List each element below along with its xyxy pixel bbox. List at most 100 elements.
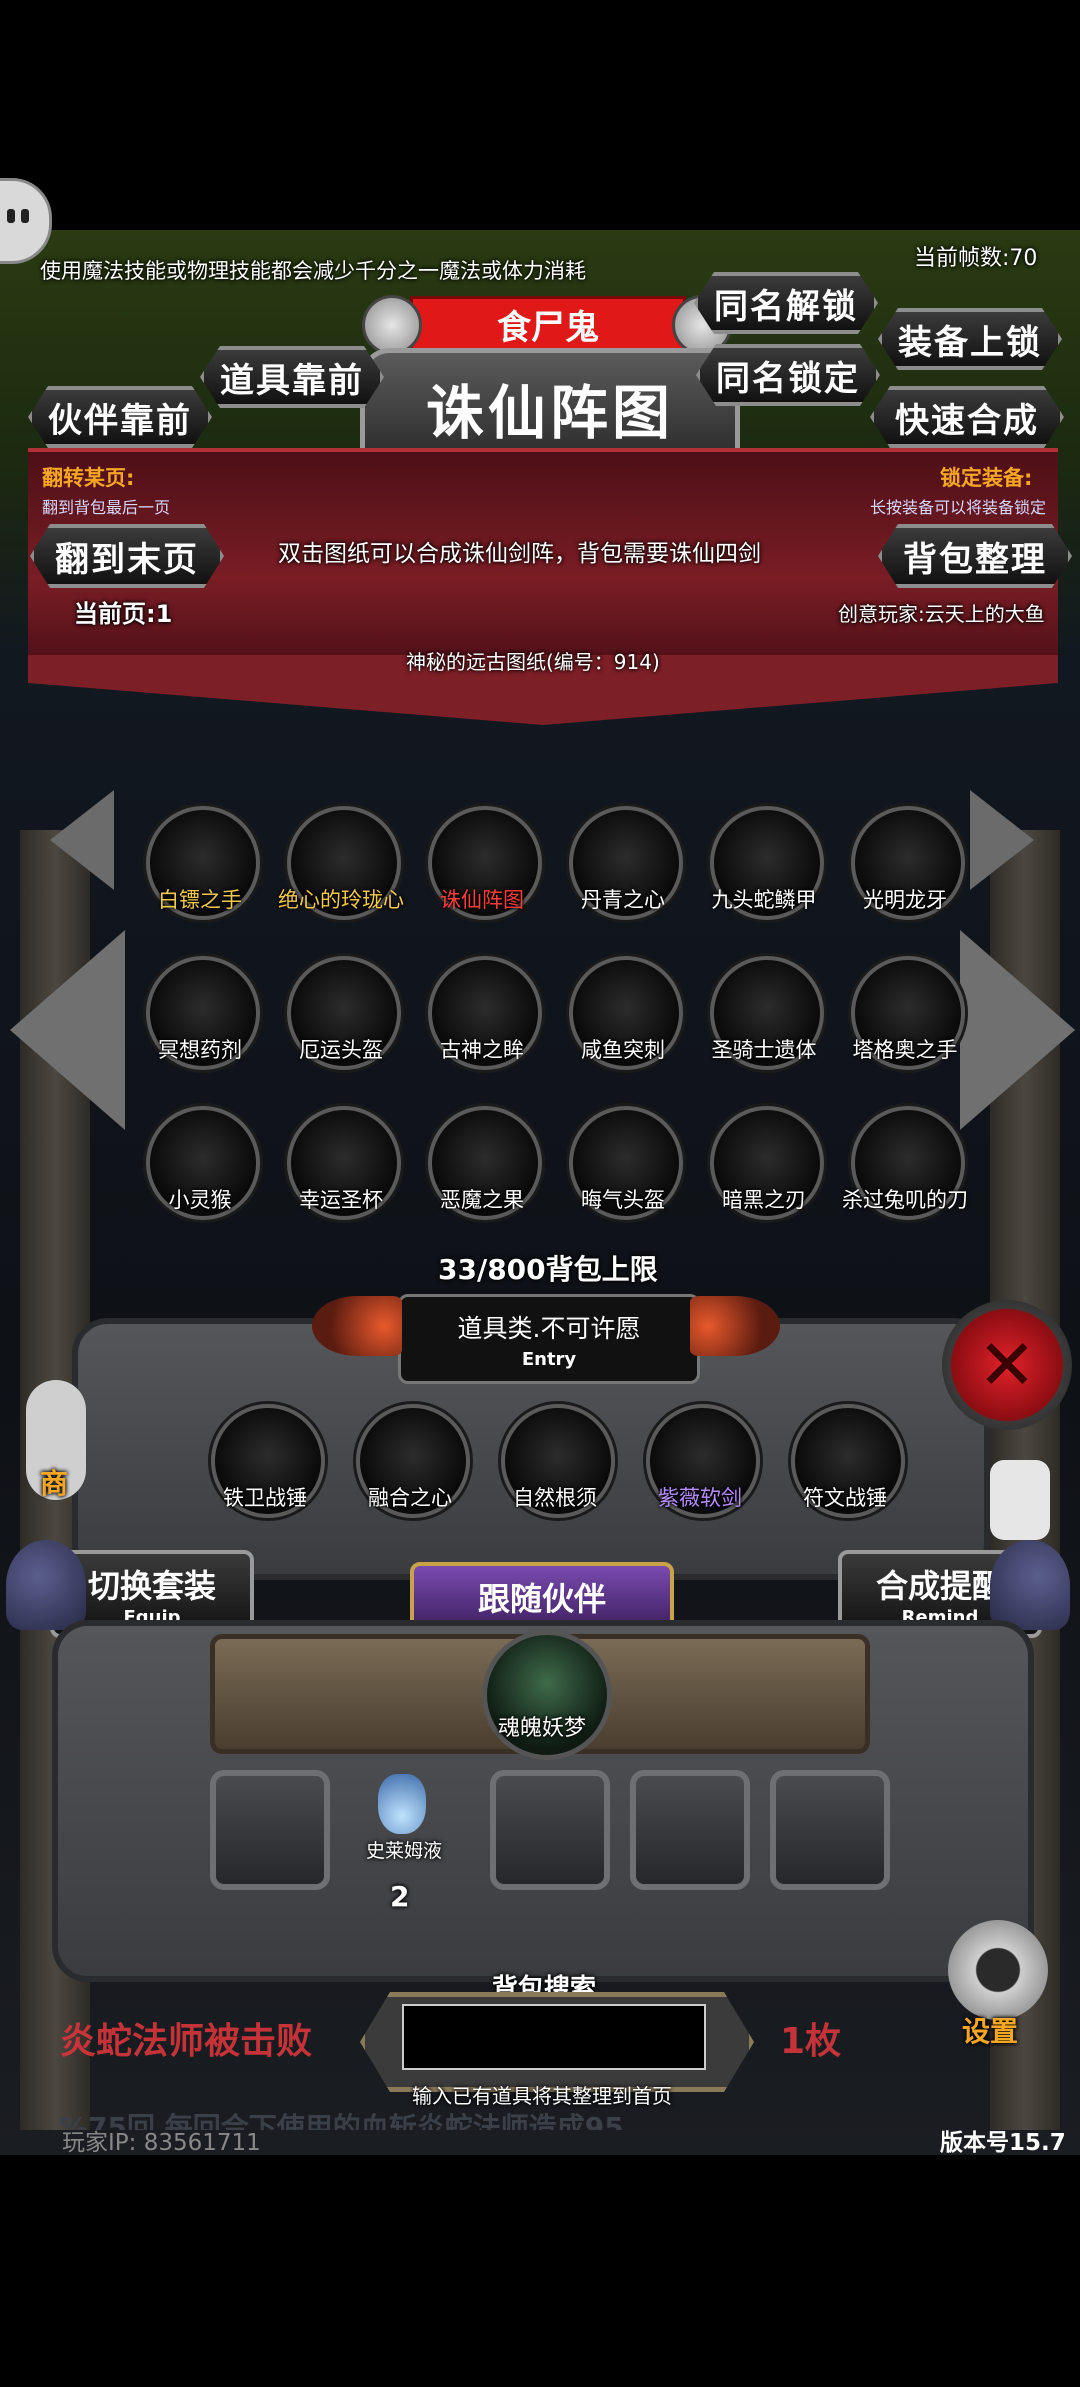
partner-forward-button[interactable]: 伙伴靠前	[28, 386, 212, 448]
bag-item-label: 冥想药剂	[158, 1038, 242, 1062]
bag-item-slot[interactable]: 诛仙阵图	[422, 800, 542, 920]
bag-item-slot[interactable]: 光明龙牙	[845, 800, 965, 920]
settings-label[interactable]: 设置	[962, 2010, 1018, 2050]
bag-item-label: 古神之眸	[440, 1038, 524, 1062]
kill-ticker: 炎蛇法师被击败	[60, 2021, 313, 2062]
creator-credit: 创意玩家:云天上的大鱼	[838, 602, 1045, 626]
bag-item-slot[interactable]: 咸鱼突刺	[563, 950, 683, 1070]
current-page: 当前页:1	[74, 600, 173, 628]
potion-icon	[378, 1774, 426, 1834]
partner-name: 魂魄妖梦	[497, 1716, 586, 1741]
fps-counter: 当前帧数:70	[914, 246, 1038, 271]
entry-item-label: 紫薇软剑	[658, 1486, 742, 1510]
entry-item-label: 自然根须	[513, 1486, 597, 1510]
bag-sort-button[interactable]: 背包整理	[878, 524, 1072, 588]
bag-item-slot[interactable]: 幸运圣杯	[281, 1100, 401, 1220]
page-title: 诛仙阵图	[425, 379, 674, 447]
close-button[interactable]: ✕	[942, 1300, 1072, 1430]
bag-item-label: 丹青之心	[581, 888, 665, 912]
bag-item-slot[interactable]: 晦气头盔	[563, 1100, 683, 1220]
bag-item-slot[interactable]: 白镖之手	[140, 800, 260, 920]
entry-item-slot[interactable]: 紫薇软剑	[640, 1398, 760, 1518]
player-ip: 玩家IP: 83561711	[62, 2130, 261, 2156]
bag-item-slot[interactable]: 小灵猴	[140, 1100, 260, 1220]
bag-item-label: 光明龙牙	[863, 888, 947, 912]
bag-item-label: 绝心的玲珑心	[278, 888, 404, 912]
kill-ticker-tail: 1枚	[780, 2021, 842, 2062]
tip-text: 使用魔法技能或物理技能都会减少千分之一魔法或体力消耗	[40, 259, 586, 283]
equip-lock-button[interactable]: 装备上锁	[878, 308, 1062, 370]
entry-item-label: 铁卫战锤	[223, 1486, 307, 1510]
bag-item-label: 白镖之手	[158, 888, 242, 912]
entry-sub: Entry	[521, 1348, 577, 1370]
bag-item-slot[interactable]: 古神之眸	[422, 950, 542, 1070]
flip-page-title: 翻转某页:	[42, 466, 135, 490]
search-input[interactable]	[402, 2004, 706, 2070]
follow-partner-label: 跟随伙伴	[477, 1580, 606, 1618]
enemy-name-banner: 食尸鬼	[410, 296, 686, 352]
next-page-arrow-icon[interactable]	[970, 790, 1034, 890]
lock-equip-sub: 长按装备可以将装备锁定	[870, 498, 1047, 517]
bag-item-label: 恶魔之果	[440, 1188, 524, 1212]
entry-title: 道具类.不可许愿	[457, 1313, 641, 1343]
dice-icon[interactable]	[990, 1460, 1050, 1540]
entry-item-slot[interactable]: 符文战锤	[785, 1398, 905, 1518]
quick-slot[interactable]	[770, 1770, 890, 1890]
combine-hint: 双击图纸可以合成诛仙剑阵，背包需要诛仙四剑	[278, 541, 761, 567]
flip-page-sub: 翻到背包最后一页	[42, 498, 171, 517]
bag-item-slot[interactable]: 绝心的玲珑心	[278, 800, 404, 920]
bag-item-label: 咸鱼突刺	[581, 1038, 665, 1062]
bag-item-label: 九头蛇鳞甲	[711, 888, 817, 912]
bag-item-label: 幸运圣杯	[299, 1188, 383, 1212]
item-forward-button[interactable]: 道具靠前	[200, 346, 384, 408]
quick-slot[interactable]	[210, 1770, 330, 1890]
item-description: 神秘的远古图纸(编号：914)	[406, 650, 660, 674]
quick-combine-button[interactable]: 快速合成	[870, 386, 1064, 448]
bag-item-slot[interactable]: 圣骑士遗体	[704, 950, 824, 1070]
bag-item-slot[interactable]: 丹青之心	[563, 800, 683, 920]
shop-label: 商	[40, 1467, 69, 1500]
quick-slot[interactable]	[490, 1770, 610, 1890]
entry-title-plate: 道具类.不可许愿 Entry	[398, 1294, 700, 1384]
entry-item-slot[interactable]: 铁卫战锤	[205, 1398, 325, 1518]
jump-to-end-button[interactable]: 翻到末页	[30, 524, 224, 588]
quick-slot[interactable]	[630, 1770, 750, 1890]
bag-item-label: 暗黑之刃	[722, 1188, 806, 1212]
helmet-icon	[990, 1540, 1070, 1630]
prev-page-arrow-icon[interactable]	[50, 790, 114, 890]
bag-item-slot[interactable]: 杀过兔叽的刀	[842, 1100, 968, 1220]
lock-equip-title: 锁定装备:	[940, 466, 1033, 490]
bag-item-label: 塔格奥之手	[852, 1038, 958, 1062]
flame-wing-icon	[690, 1296, 780, 1356]
quick-slot[interactable]: 史莱姆液 2	[350, 1770, 458, 1913]
entry-item-slot[interactable]: 自然根须	[495, 1398, 615, 1518]
switch-set-label: 切换套装	[87, 1566, 216, 1605]
shop-button[interactable]: 商	[26, 1380, 86, 1500]
bag-item-label: 小灵猴	[168, 1188, 232, 1212]
bag-item-label: 厄运头盔	[299, 1038, 383, 1062]
bag-item-slot[interactable]: 冥想药剂	[140, 950, 260, 1070]
entry-item-slot[interactable]: 融合之心	[350, 1398, 470, 1518]
bag-capacity: 33/800背包上限	[438, 1253, 658, 1286]
entry-item-label: 符文战锤	[803, 1486, 887, 1510]
prev-page-large-arrow-icon[interactable]	[10, 930, 125, 1130]
entry-item-label: 融合之心	[368, 1486, 452, 1510]
next-page-large-arrow-icon[interactable]	[960, 930, 1075, 1130]
quick-slot-label: 史莱姆液	[365, 1840, 442, 1862]
bag-item-slot[interactable]: 厄运头盔	[281, 950, 401, 1070]
combine-remind-label: 合成提醒	[875, 1566, 1004, 1605]
bag-item-slot[interactable]: 暗黑之刃	[704, 1100, 824, 1220]
bag-item-slot[interactable]: 塔格奥之手	[845, 950, 965, 1070]
same-name-unlock-button[interactable]: 同名解锁	[694, 272, 878, 334]
same-name-lock-button[interactable]: 同名锁定	[696, 344, 880, 406]
gear-icon[interactable]	[948, 1920, 1048, 2020]
quick-slot-count: 2	[390, 1880, 410, 1913]
skull-icon	[362, 295, 422, 355]
flame-wing-icon	[312, 1296, 402, 1356]
bag-item-label: 晦气头盔	[581, 1188, 665, 1212]
helmet-icon	[6, 1540, 86, 1630]
bag-item-label: 杀过兔叽的刀	[842, 1188, 968, 1212]
bag-item-slot[interactable]: 恶魔之果	[422, 1100, 542, 1220]
bag-item-slot[interactable]: 九头蛇鳞甲	[704, 800, 824, 920]
bag-item-label: 诛仙阵图	[440, 888, 524, 912]
